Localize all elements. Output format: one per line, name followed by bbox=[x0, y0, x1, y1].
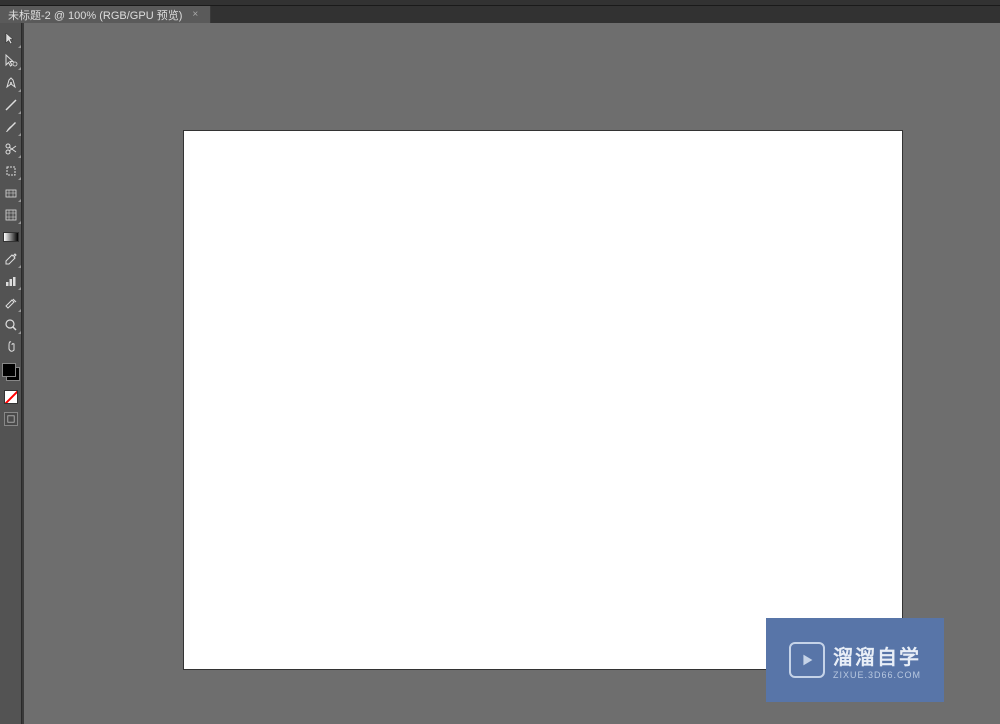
graph-icon bbox=[4, 274, 18, 288]
scissors-tool[interactable] bbox=[0, 139, 22, 159]
hand-icon bbox=[4, 340, 18, 354]
zoom-tool[interactable] bbox=[0, 315, 22, 335]
slice-icon bbox=[4, 296, 18, 310]
pen-tool[interactable] bbox=[0, 73, 22, 93]
gradient-tool[interactable] bbox=[0, 227, 22, 247]
tab-bar: 未标题-2 @ 100% (RGB/GPU 预览) × bbox=[0, 5, 1000, 23]
no-fill-tool[interactable] bbox=[0, 387, 22, 407]
watermark: 溜溜自学 ZIXUE.3D66.COM bbox=[766, 618, 944, 702]
hand-tool[interactable] bbox=[0, 337, 22, 357]
slice-tool[interactable] bbox=[0, 293, 22, 313]
line-tool[interactable] bbox=[0, 95, 22, 115]
watermark-logo-icon bbox=[789, 642, 825, 678]
arrow-icon bbox=[4, 32, 18, 46]
fill-color[interactable] bbox=[2, 363, 16, 377]
perspective-tool[interactable] bbox=[0, 183, 22, 203]
tab-title: 未标题-2 @ 100% (RGB/GPU 预览) bbox=[8, 7, 182, 23]
brush-icon bbox=[4, 120, 18, 134]
eyedropper-icon bbox=[4, 252, 18, 266]
graph-tool[interactable] bbox=[0, 271, 22, 291]
watermark-title: 溜溜自学 bbox=[833, 641, 921, 670]
canvas-area[interactable]: 溜溜自学 ZIXUE.3D66.COM bbox=[22, 23, 1000, 724]
draw-mode-tool[interactable] bbox=[0, 409, 22, 429]
pen-icon bbox=[4, 76, 18, 90]
main-area: 溜溜自学 ZIXUE.3D66.COM bbox=[0, 23, 1000, 724]
direct-selection-tool[interactable] bbox=[0, 51, 22, 71]
eyedropper-tool[interactable] bbox=[0, 249, 22, 269]
watermark-url: ZIXUE.3D66.COM bbox=[833, 670, 921, 680]
close-tab-icon[interactable]: × bbox=[188, 9, 202, 20]
zoom-icon bbox=[4, 318, 18, 332]
grid-icon bbox=[4, 186, 18, 200]
arrow-white-icon bbox=[4, 54, 18, 68]
draw-mode-icon bbox=[4, 412, 18, 426]
color-swatch[interactable] bbox=[2, 363, 20, 381]
document-tab[interactable]: 未标题-2 @ 100% (RGB/GPU 预览) × bbox=[0, 6, 211, 23]
gradient-bar-icon bbox=[4, 208, 18, 222]
artboard-canvas[interactable] bbox=[184, 131, 902, 669]
scissors-icon bbox=[4, 142, 18, 156]
brush-tool[interactable] bbox=[0, 117, 22, 137]
selection-tool[interactable] bbox=[0, 29, 22, 49]
artboard-icon bbox=[4, 164, 18, 178]
gradient-mesh-tool[interactable] bbox=[0, 205, 22, 225]
no-fill-icon bbox=[4, 390, 18, 404]
gradient-icon bbox=[3, 232, 19, 242]
toolbar bbox=[0, 23, 22, 724]
watermark-text: 溜溜自学 ZIXUE.3D66.COM bbox=[833, 641, 921, 680]
line-icon bbox=[4, 98, 18, 112]
artboard-tool[interactable] bbox=[0, 161, 22, 181]
